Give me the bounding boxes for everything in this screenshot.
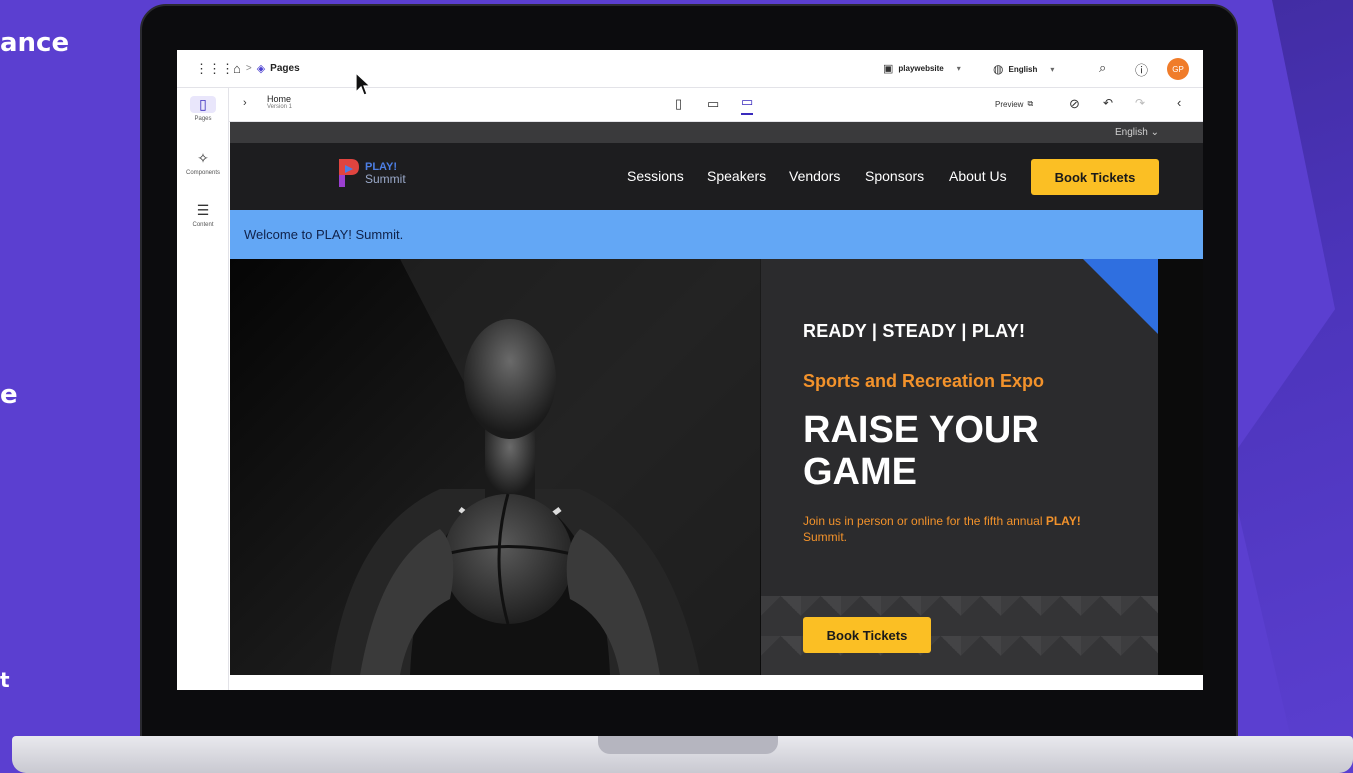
globe-icon: ◍ xyxy=(993,62,1004,76)
rail-label: Content xyxy=(192,222,214,228)
hero-tagline: READY | STEADY | PLAY! xyxy=(803,321,1026,341)
site-nav: PLAY! Summit Sessions Speakers Vendors S… xyxy=(230,143,1203,210)
nav-vendors[interactable]: Vendors xyxy=(789,168,840,184)
site-selector[interactable]: playwebsite xyxy=(898,64,943,73)
hero-book-tickets-button[interactable]: Book Tickets xyxy=(803,617,931,653)
content-icon: ☰ xyxy=(196,202,210,218)
hero-desc-brand: PLAY! xyxy=(1045,514,1081,528)
disabled-icon[interactable]: ⊘ xyxy=(1069,96,1080,112)
hero-desc-prefix: Join us in person or online for the fift… xyxy=(803,514,1043,528)
mobile-view-icon[interactable]: ▯ xyxy=(675,96,682,112)
site-canvas: English ⌄ PLAY! Summit Sessions Speakers… xyxy=(230,122,1203,675)
chevron-down-icon[interactable]: ▾ xyxy=(1050,65,1054,74)
backdrop-text: e xyxy=(0,380,18,410)
nav-sessions[interactable]: Sessions xyxy=(627,168,684,184)
backdrop-text: ance xyxy=(0,28,70,58)
puzzle-icon: ✧ xyxy=(197,150,209,166)
hero-panel: READY | STEADY | PLAY! Sports and Recrea… xyxy=(761,259,1158,675)
search-icon[interactable]: ⌕ xyxy=(1099,60,1106,76)
chevron-down-icon[interactable]: ▾ xyxy=(957,64,961,73)
welcome-banner: Welcome to PLAY! Summit. xyxy=(230,210,1203,259)
app-screen: ⋮⋮⋮ ⌂ > ◈ Pages ▣ playwebsite ▾ ◍ Englis… xyxy=(177,50,1203,690)
breadcrumb-pages[interactable]: Pages xyxy=(270,63,299,74)
tablet-view-icon[interactable]: ▭ xyxy=(707,96,719,112)
hero-headline: RAISE YOUR GAME xyxy=(803,409,1039,493)
editor-toolbar: › Home Version 1 ▯ ▭ ▭ Preview ⧉ ⊘ ↶ ↷ ‹ xyxy=(229,88,1203,122)
grid-icon[interactable]: ⋮⋮⋮ xyxy=(195,61,234,77)
rail-item-components[interactable]: ✧ Components xyxy=(177,150,229,176)
language-selector[interactable]: English xyxy=(1008,65,1037,74)
nav-book-tickets-button[interactable]: Book Tickets xyxy=(1031,159,1159,195)
left-rail: ▯ Pages ✧ Components ☰ Content xyxy=(177,88,229,690)
backdrop-text: t xyxy=(0,668,10,692)
nav-about-us[interactable]: About Us xyxy=(949,168,1007,184)
page-title: Home xyxy=(267,94,292,104)
breadcrumb-separator: > xyxy=(245,63,252,74)
site-logo[interactable]: PLAY! Summit xyxy=(337,157,406,189)
undo-icon[interactable]: ↶ xyxy=(1103,96,1113,110)
chevron-right-icon[interactable]: › xyxy=(243,97,247,109)
site-language-label: English xyxy=(1115,127,1148,138)
home-icon[interactable]: ⌂ xyxy=(233,61,241,76)
page-crumb[interactable]: Home Version 1 xyxy=(267,94,293,111)
logo-line1: PLAY! xyxy=(365,160,397,173)
hero-subhead: Sports and Recreation Expo xyxy=(803,371,1045,391)
desktop-view-icon[interactable]: ▭ xyxy=(741,94,754,115)
hero-section: READY | STEADY | PLAY! Sports and Recrea… xyxy=(230,259,1203,675)
welcome-text: Welcome to PLAY! Summit. xyxy=(244,227,404,242)
hero-image xyxy=(230,259,761,675)
redo-icon[interactable]: ↷ xyxy=(1135,96,1145,110)
hero-description: Join us in person or online for the fift… xyxy=(803,513,1123,545)
laptop-notch xyxy=(598,736,778,754)
nav-sponsors[interactable]: Sponsors xyxy=(865,168,924,184)
rail-item-pages[interactable]: ▯ Pages xyxy=(177,96,229,122)
play-logo-icon xyxy=(339,159,359,187)
collapse-icon[interactable]: ‹ xyxy=(1177,95,1181,110)
hero-accent-triangle xyxy=(1083,259,1158,334)
help-icon[interactable]: ⓘ xyxy=(1135,60,1148,79)
site-language-bar: English ⌄ xyxy=(230,122,1203,143)
logo-line2: Summit xyxy=(365,171,406,186)
page-icon: ▯ xyxy=(190,96,216,113)
layers-icon: ◈ xyxy=(256,63,266,75)
avatar[interactable]: GP xyxy=(1167,58,1189,80)
preview-button[interactable]: Preview xyxy=(995,100,1023,109)
external-link-icon: ⧉ xyxy=(1027,99,1034,108)
site-icon: ▣ xyxy=(883,63,894,75)
rail-label: Components xyxy=(185,170,221,176)
basketball-player-image xyxy=(330,319,700,675)
mouse-cursor-icon xyxy=(355,72,371,96)
rail-item-content[interactable]: ☰ Content xyxy=(177,202,229,228)
nav-speakers[interactable]: Speakers xyxy=(707,168,766,184)
hero-desc-suffix: Summit. xyxy=(803,530,848,544)
page-version: Version 1 xyxy=(267,104,293,110)
rail-label: Pages xyxy=(194,116,212,122)
hero-right-edge xyxy=(1158,259,1203,675)
site-language-selector[interactable]: English ⌄ xyxy=(1115,127,1159,138)
top-bar: ⋮⋮⋮ ⌂ > ◈ Pages ▣ playwebsite ▾ ◍ Englis… xyxy=(177,50,1203,88)
